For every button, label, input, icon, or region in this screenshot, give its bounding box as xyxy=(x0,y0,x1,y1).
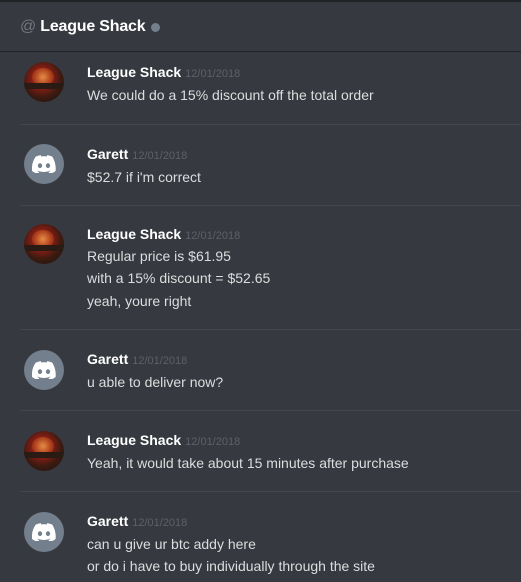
message-line: Regular price is $61.95 xyxy=(87,248,231,264)
message-group: Garett 12/01/2018 $52.7 if i'm correct xyxy=(0,125,521,205)
message-line: Yeah, it would take about 15 minutes aft… xyxy=(87,455,409,471)
discord-default-avatar[interactable] xyxy=(24,512,64,552)
discord-logo-icon xyxy=(32,523,56,541)
timestamp: 12/01/2018 xyxy=(132,355,188,367)
timestamp: 12/01/2018 xyxy=(132,150,188,162)
message-line: with a 15% discount = $52.65 xyxy=(87,270,271,286)
league-shack-avatar[interactable] xyxy=(24,431,64,471)
discord-default-avatar[interactable] xyxy=(24,350,64,390)
author-name[interactable]: League Shack xyxy=(87,226,181,242)
message-line: or do i have to buy individually through… xyxy=(87,558,375,574)
league-shack-avatar[interactable] xyxy=(24,224,64,264)
message-line: We could do a 15% discount off the total… xyxy=(87,87,374,103)
message-header: League Shack 12/01/2018 xyxy=(87,431,240,451)
message-header: League Shack 12/01/2018 xyxy=(87,225,240,245)
message-line: $52.7 if i'm correct xyxy=(87,169,201,185)
message-line: can u give ur btc addy here xyxy=(87,536,256,552)
league-shack-avatar[interactable] xyxy=(24,62,64,102)
message-line: yeah, youre right xyxy=(87,293,192,309)
channel-header: @ League Shack xyxy=(0,0,521,52)
author-name[interactable]: Garett xyxy=(87,351,128,367)
message-group: Garett 12/01/2018 u able to deliver now? xyxy=(0,330,521,410)
message-group: League Shack 12/01/2018 Yeah, it would ta… xyxy=(0,411,521,491)
discord-logo-icon xyxy=(32,361,56,379)
timestamp: 12/01/2018 xyxy=(185,436,241,448)
message-group: League Shack 12/01/2018 Regular price is … xyxy=(0,206,521,329)
message-header: Garett 12/01/2018 xyxy=(87,350,187,370)
author-name[interactable]: League Shack xyxy=(87,432,181,448)
channel-title[interactable]: League Shack xyxy=(40,18,145,36)
discord-default-avatar[interactable] xyxy=(24,144,64,184)
message-header: Garett 12/01/2018 xyxy=(87,512,187,532)
message-list[interactable]: League Shack 12/01/2018 We could do a 15%… xyxy=(0,52,521,582)
discord-logo-icon xyxy=(32,155,56,173)
message-header: Garett 12/01/2018 xyxy=(87,145,187,165)
message-header: League Shack 12/01/2018 xyxy=(87,63,240,83)
message-group: League Shack 12/01/2018 We could do a 15%… xyxy=(0,52,521,124)
author-name[interactable]: Garett xyxy=(87,146,128,162)
status-indicator-icon xyxy=(151,22,161,32)
message-group: Garett 12/01/2018 can u give ur btc addy … xyxy=(0,492,521,582)
at-sign-icon: @ xyxy=(20,17,37,35)
timestamp: 12/01/2018 xyxy=(132,517,188,529)
timestamp: 12/01/2018 xyxy=(185,68,241,80)
author-name[interactable]: League Shack xyxy=(87,64,181,80)
message-line: u able to deliver now? xyxy=(87,374,224,390)
author-name[interactable]: Garett xyxy=(87,513,128,529)
timestamp: 12/01/2018 xyxy=(185,230,241,242)
